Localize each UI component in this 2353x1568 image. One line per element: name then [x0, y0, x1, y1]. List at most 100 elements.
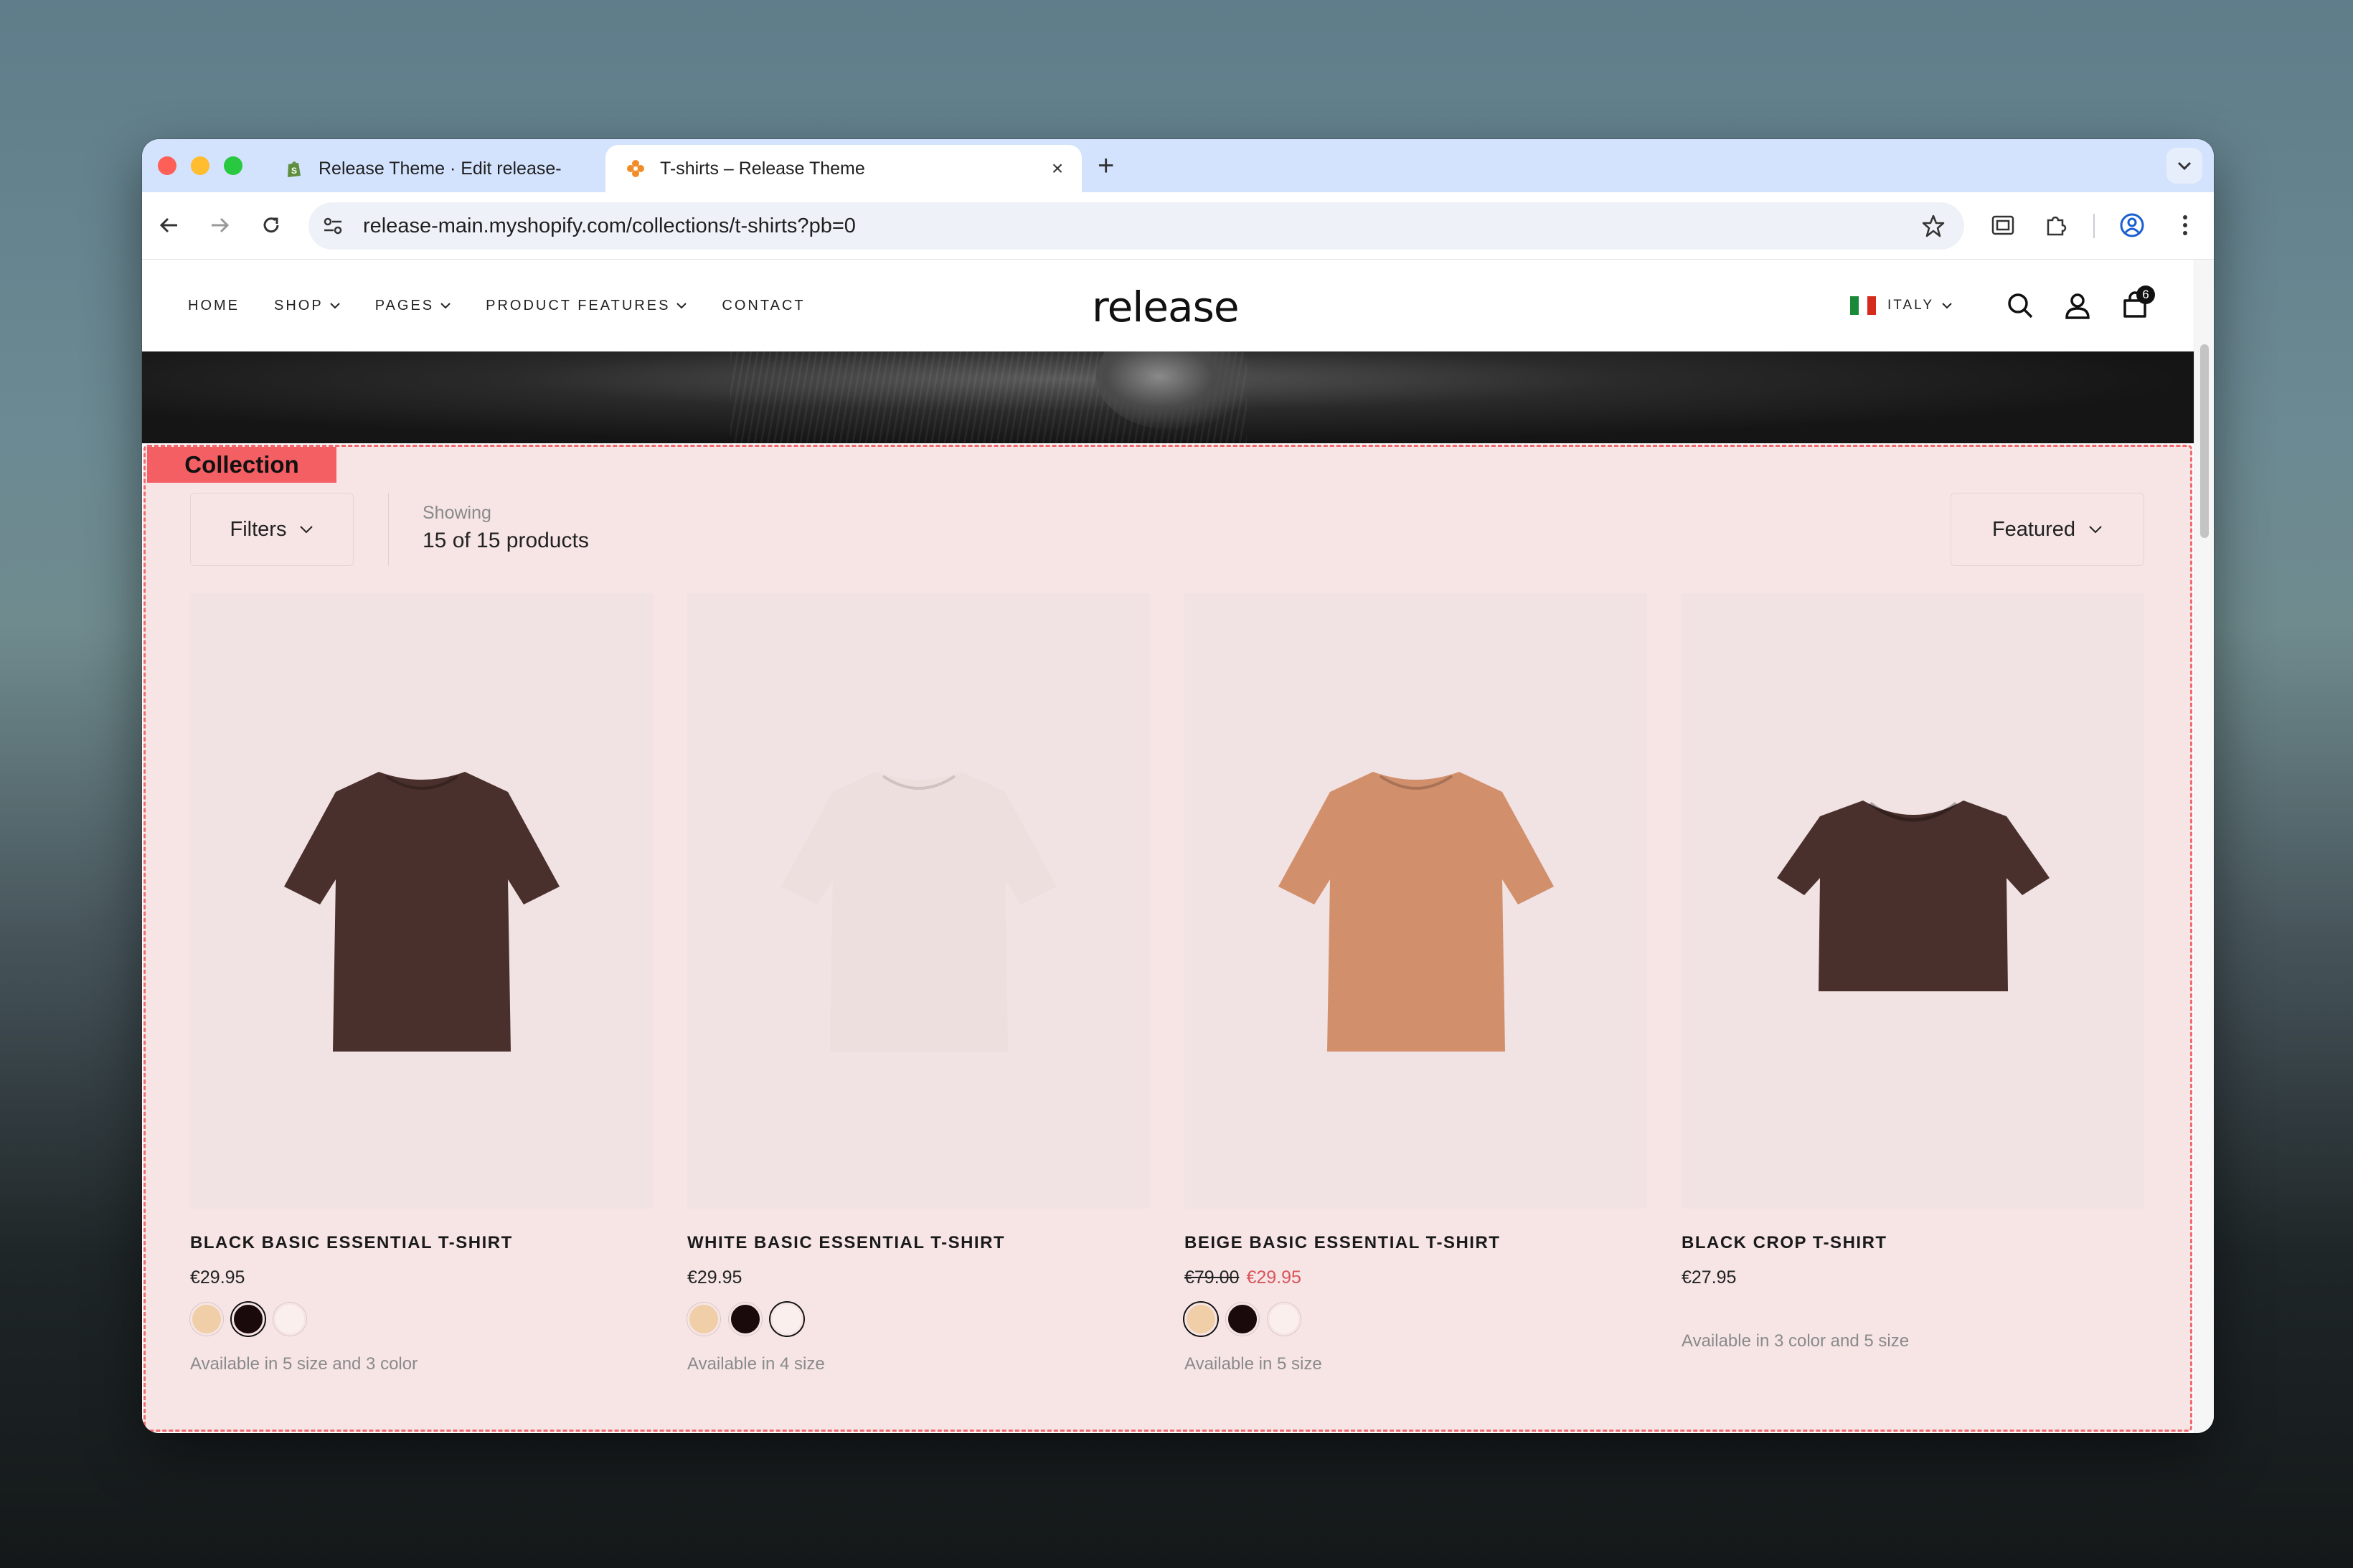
nav-shop[interactable]: SHOP — [274, 298, 341, 314]
nav-product-features[interactable]: PRODUCT FEATURES — [486, 298, 687, 314]
color-swatch[interactable] — [1184, 1303, 1217, 1336]
country-selector[interactable]: ITALY — [1887, 298, 1953, 313]
product-card[interactable]: BLACK BASIC ESSENTIAL T-SHIRT €29.95 Ava… — [190, 593, 653, 1374]
tab-title: T-shirts – Release Theme — [660, 158, 865, 179]
filters-label: Filters — [230, 517, 287, 541]
product-card[interactable]: BLACK CROP T-SHIRT €27.95 Available in 3… — [1682, 593, 2144, 1374]
product-price: €27.95 — [1682, 1267, 2144, 1288]
sort-dropdown[interactable]: Featured — [1951, 493, 2144, 566]
product-image[interactable] — [1184, 593, 1647, 1209]
toolbar-divider — [2093, 214, 2095, 238]
color-swatch[interactable] — [687, 1303, 720, 1336]
back-button[interactable] — [152, 208, 187, 242]
tshirt-image — [781, 772, 1057, 1052]
color-swatch[interactable] — [1268, 1303, 1301, 1336]
reload-icon — [263, 217, 279, 233]
extensions-button[interactable] — [2039, 208, 2073, 242]
product-name[interactable]: BLACK BASIC ESSENTIAL T-SHIRT — [190, 1233, 653, 1253]
nav-pages[interactable]: PAGES — [375, 298, 451, 314]
product-grid: BLACK BASIC ESSENTIAL T-SHIRT €29.95 Ava… — [190, 593, 2144, 1374]
profile-button[interactable] — [2115, 208, 2149, 242]
current-price: €27.95 — [1682, 1267, 1737, 1288]
new-tab-button[interactable]: + — [1098, 149, 1114, 182]
availability-text: Available in 4 size — [687, 1354, 825, 1374]
account-button[interactable] — [2062, 290, 2093, 321]
nav-label: PAGES — [374, 297, 435, 313]
cart-button[interactable]: 6 — [2119, 285, 2155, 321]
browser-toolbar: release-main.myshopify.com/collections/t… — [142, 192, 2214, 260]
address-bar[interactable]: release-main.myshopify.com/collections/t… — [308, 202, 1964, 250]
url-path: /collections/t-shirts?pb=0 — [626, 214, 856, 237]
product-price: €79.00 €29.95 — [1184, 1267, 1647, 1288]
search-button[interactable] — [2004, 290, 2036, 321]
product-price: €29.95 — [687, 1267, 1150, 1288]
forward-button[interactable] — [202, 208, 237, 242]
svg-text:S: S — [291, 166, 297, 176]
page-scrollbar[interactable] — [2194, 260, 2214, 1433]
product-name[interactable]: BLACK CROP T-SHIRT — [1682, 1233, 2144, 1253]
product-card[interactable]: BEIGE BASIC ESSENTIAL T-SHIRT €79.00 €29.… — [1184, 593, 1647, 1374]
availability-text: Available in 5 size — [1184, 1354, 1322, 1374]
color-swatch[interactable] — [770, 1303, 803, 1336]
color-swatch[interactable] — [190, 1303, 223, 1336]
availability-text: Available in 5 size and 3 color — [190, 1354, 418, 1374]
screen-capture-button[interactable] — [1986, 208, 2020, 242]
chevron-down-icon — [440, 303, 451, 309]
release-favicon-icon — [627, 160, 644, 177]
forward-arrow-icon — [212, 217, 230, 233]
scrollbar-thumb[interactable] — [2200, 344, 2209, 538]
tshirt-image — [283, 772, 560, 1052]
tab-strip: S Release Theme · Edit release- × T-shir… — [142, 139, 2214, 192]
crop-tshirt-image — [1776, 800, 2050, 991]
collection-section: Collection Filters Showing 15 of 15 prod… — [143, 445, 2192, 1432]
nav-home[interactable]: HOME — [188, 298, 240, 314]
section-label-tag: Collection — [147, 447, 336, 483]
maximize-window-button[interactable] — [224, 156, 242, 175]
product-card[interactable]: WHITE BASIC ESSENTIAL T-SHIRT €29.95 Ava… — [687, 593, 1150, 1374]
close-window-button[interactable] — [158, 156, 176, 175]
tab-search-button[interactable] — [2166, 148, 2202, 184]
filters-button[interactable]: Filters — [190, 493, 354, 566]
color-swatches — [1184, 1303, 1647, 1336]
browser-menu-button[interactable] — [2168, 208, 2202, 242]
browser-window: S Release Theme · Edit release- × T-shir… — [142, 139, 2214, 1433]
store-logo[interactable]: release — [1092, 283, 1239, 331]
product-price: €29.95 — [190, 1267, 653, 1288]
toolbar-divider — [388, 493, 389, 566]
current-price: €29.95 — [190, 1267, 245, 1288]
product-name[interactable]: WHITE BASIC ESSENTIAL T-SHIRT — [687, 1233, 1150, 1253]
bookmark-star-icon[interactable] — [1921, 214, 1946, 238]
header-actions: ITALY 6 — [1850, 260, 2155, 351]
country-label: ITALY — [1887, 298, 1934, 313]
store-header: HOME SHOP PAGES PRODUCT FEATURES CONTACT… — [142, 260, 2194, 351]
chevron-down-icon — [300, 526, 313, 534]
color-swatch[interactable] — [273, 1303, 306, 1336]
tab-t-shirts[interactable]: T-shirts – Release Theme × — [605, 145, 1082, 192]
product-image[interactable] — [687, 593, 1150, 1209]
product-image[interactable] — [1682, 593, 2144, 1209]
product-name[interactable]: BEIGE BASIC ESSENTIAL T-SHIRT — [1184, 1233, 1647, 1253]
tab-close-icon[interactable]: × — [1043, 157, 1072, 180]
cart-count-badge: 6 — [2136, 285, 2155, 304]
nav-label: CONTACT — [722, 297, 806, 313]
color-swatch[interactable] — [729, 1303, 762, 1336]
color-swatch[interactable] — [1226, 1303, 1259, 1336]
italy-flag-icon — [1850, 296, 1877, 315]
hero-image — [142, 351, 2194, 443]
chevron-down-icon — [329, 303, 340, 309]
sale-price: €29.95 — [1246, 1267, 1301, 1288]
nav-label: HOME — [188, 297, 240, 313]
sort-label: Featured — [1991, 517, 2076, 541]
search-icon — [2008, 293, 2033, 318]
reload-button[interactable] — [254, 208, 288, 242]
product-image[interactable] — [190, 593, 653, 1209]
site-settings-icon[interactable] — [321, 214, 344, 237]
color-swatch[interactable] — [232, 1303, 265, 1336]
minimize-window-button[interactable] — [191, 156, 209, 175]
kebab-menu-icon — [2183, 215, 2187, 235]
nav-label: PRODUCT FEATURES — [486, 297, 671, 313]
profile-icon — [2120, 213, 2144, 237]
url-text[interactable]: release-main.myshopify.com/collections/t… — [363, 202, 856, 250]
nav-contact[interactable]: CONTACT — [722, 298, 805, 314]
main-nav: HOME SHOP PAGES PRODUCT FEATURES CONTACT — [188, 260, 840, 351]
